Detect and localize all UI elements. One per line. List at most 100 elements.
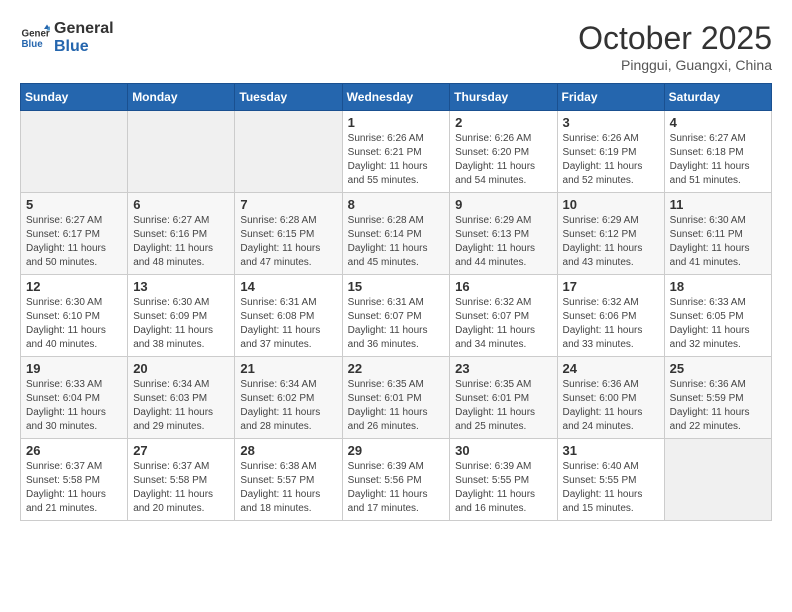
calendar-cell: 5 Sunrise: 6:27 AM Sunset: 6:17 PM Daylig… <box>21 193 128 275</box>
day-info: Sunrise: 6:26 AM Sunset: 6:21 PM Dayligh… <box>348 132 445 188</box>
day-number: 10 <box>563 197 659 212</box>
calendar-cell: 29 Sunrise: 6:39 AM Sunset: 5:56 PM Dayli… <box>342 439 450 521</box>
calendar-cell: 3 Sunrise: 6:26 AM Sunset: 6:19 PM Daylig… <box>557 111 664 193</box>
day-info: Sunrise: 6:28 AM Sunset: 6:15 PM Dayligh… <box>240 214 336 270</box>
calendar-cell: 4 Sunrise: 6:27 AM Sunset: 6:18 PM Daylig… <box>664 111 771 193</box>
day-number: 27 <box>133 443 229 458</box>
day-number: 25 <box>670 361 766 376</box>
day-number: 1 <box>348 115 445 130</box>
day-number: 7 <box>240 197 336 212</box>
calendar-cell: 16 Sunrise: 6:32 AM Sunset: 6:07 PM Dayli… <box>450 275 557 357</box>
svg-text:Blue: Blue <box>22 39 44 50</box>
day-info: Sunrise: 6:26 AM Sunset: 6:19 PM Dayligh… <box>563 132 659 188</box>
day-info: Sunrise: 6:39 AM Sunset: 5:55 PM Dayligh… <box>455 460 551 516</box>
calendar-cell: 9 Sunrise: 6:29 AM Sunset: 6:13 PM Daylig… <box>450 193 557 275</box>
calendar-cell: 27 Sunrise: 6:37 AM Sunset: 5:58 PM Dayli… <box>128 439 235 521</box>
logo-line2: Blue <box>54 38 114 56</box>
day-number: 9 <box>455 197 551 212</box>
day-info: Sunrise: 6:37 AM Sunset: 5:58 PM Dayligh… <box>133 460 229 516</box>
calendar-cell <box>664 439 771 521</box>
day-info: Sunrise: 6:34 AM Sunset: 6:02 PM Dayligh… <box>240 378 336 434</box>
calendar-table: SundayMondayTuesdayWednesdayThursdayFrid… <box>20 83 772 521</box>
day-info: Sunrise: 6:34 AM Sunset: 6:03 PM Dayligh… <box>133 378 229 434</box>
calendar-cell: 13 Sunrise: 6:30 AM Sunset: 6:09 PM Dayli… <box>128 275 235 357</box>
day-number: 15 <box>348 279 445 294</box>
calendar-cell: 26Sunrise: 6:37 AM Sunset: 5:58 PM Dayli… <box>21 439 128 521</box>
weekday-header-tuesday: Tuesday <box>235 84 342 111</box>
calendar-cell <box>21 111 128 193</box>
day-info: Sunrise: 6:35 AM Sunset: 6:01 PM Dayligh… <box>348 378 445 434</box>
day-info: Sunrise: 6:36 AM Sunset: 5:59 PM Dayligh… <box>670 378 766 434</box>
day-info: Sunrise: 6:28 AM Sunset: 6:14 PM Dayligh… <box>348 214 445 270</box>
day-number: 30 <box>455 443 551 458</box>
location: Pinggui, Guangxi, China <box>578 57 772 73</box>
day-info: Sunrise: 6:30 AM Sunset: 6:09 PM Dayligh… <box>133 296 229 352</box>
calendar-cell: 8Sunrise: 6:28 AM Sunset: 6:14 PM Daylig… <box>342 193 450 275</box>
calendar-cell: 15 Sunrise: 6:31 AM Sunset: 6:07 PM Dayli… <box>342 275 450 357</box>
calendar-cell: 31Sunrise: 6:40 AM Sunset: 5:55 PM Dayli… <box>557 439 664 521</box>
day-info: Sunrise: 6:31 AM Sunset: 6:07 PM Dayligh… <box>348 296 445 352</box>
calendar-cell: 1 Sunrise: 6:26 AM Sunset: 6:21 PM Daylig… <box>342 111 450 193</box>
logo: General Blue General Blue <box>20 20 114 55</box>
day-number: 22 <box>348 361 445 376</box>
logo-icon: General Blue <box>20 23 50 53</box>
day-info: Sunrise: 6:33 AM Sunset: 6:04 PM Dayligh… <box>26 378 122 434</box>
calendar-cell: 17 Sunrise: 6:32 AM Sunset: 6:06 PM Dayli… <box>557 275 664 357</box>
weekday-header-wednesday: Wednesday <box>342 84 450 111</box>
day-number: 29 <box>348 443 445 458</box>
day-number: 23 <box>455 361 551 376</box>
calendar-cell: 21 Sunrise: 6:34 AM Sunset: 6:02 PM Dayli… <box>235 357 342 439</box>
calendar-cell: 7 Sunrise: 6:28 AM Sunset: 6:15 PM Daylig… <box>235 193 342 275</box>
day-info: Sunrise: 6:39 AM Sunset: 5:56 PM Dayligh… <box>348 460 445 516</box>
calendar-cell: 25 Sunrise: 6:36 AM Sunset: 5:59 PM Dayli… <box>664 357 771 439</box>
day-info: Sunrise: 6:30 AM Sunset: 6:11 PM Dayligh… <box>670 214 766 270</box>
calendar-cell <box>128 111 235 193</box>
calendar-cell: 30 Sunrise: 6:39 AM Sunset: 5:55 PM Dayli… <box>450 439 557 521</box>
day-number: 21 <box>240 361 336 376</box>
day-info: Sunrise: 6:31 AM Sunset: 6:08 PM Dayligh… <box>240 296 336 352</box>
calendar-cell: 23 Sunrise: 6:35 AM Sunset: 6:01 PM Dayli… <box>450 357 557 439</box>
weekday-header-thursday: Thursday <box>450 84 557 111</box>
day-info: Sunrise: 6:29 AM Sunset: 6:13 PM Dayligh… <box>455 214 551 270</box>
day-number: 4 <box>670 115 766 130</box>
day-number: 28 <box>240 443 336 458</box>
week-row-3: 12Sunrise: 6:30 AM Sunset: 6:10 PM Dayli… <box>21 275 772 357</box>
calendar-cell: 28Sunrise: 6:38 AM Sunset: 5:57 PM Dayli… <box>235 439 342 521</box>
week-row-5: 26Sunrise: 6:37 AM Sunset: 5:58 PM Dayli… <box>21 439 772 521</box>
day-number: 11 <box>670 197 766 212</box>
day-number: 24 <box>563 361 659 376</box>
day-number: 20 <box>133 361 229 376</box>
day-info: Sunrise: 6:29 AM Sunset: 6:12 PM Dayligh… <box>563 214 659 270</box>
day-info: Sunrise: 6:27 AM Sunset: 6:17 PM Dayligh… <box>26 214 122 270</box>
day-number: 13 <box>133 279 229 294</box>
calendar-cell: 14 Sunrise: 6:31 AM Sunset: 6:08 PM Dayli… <box>235 275 342 357</box>
logo-line1: General <box>54 20 114 38</box>
day-info: Sunrise: 6:27 AM Sunset: 6:18 PM Dayligh… <box>670 132 766 188</box>
calendar-cell: 6Sunrise: 6:27 AM Sunset: 6:16 PM Daylig… <box>128 193 235 275</box>
day-number: 3 <box>563 115 659 130</box>
day-info: Sunrise: 6:37 AM Sunset: 5:58 PM Dayligh… <box>26 460 122 516</box>
day-number: 12 <box>26 279 122 294</box>
day-info: Sunrise: 6:32 AM Sunset: 6:06 PM Dayligh… <box>563 296 659 352</box>
day-number: 19 <box>26 361 122 376</box>
day-number: 17 <box>563 279 659 294</box>
weekday-header-row: SundayMondayTuesdayWednesdayThursdayFrid… <box>21 84 772 111</box>
day-info: Sunrise: 6:32 AM Sunset: 6:07 PM Dayligh… <box>455 296 551 352</box>
calendar-cell: 2Sunrise: 6:26 AM Sunset: 6:20 PM Daylig… <box>450 111 557 193</box>
day-info: Sunrise: 6:33 AM Sunset: 6:05 PM Dayligh… <box>670 296 766 352</box>
week-row-4: 19 Sunrise: 6:33 AM Sunset: 6:04 PM Dayli… <box>21 357 772 439</box>
calendar-cell: 24 Sunrise: 6:36 AM Sunset: 6:00 PM Dayli… <box>557 357 664 439</box>
day-number: 16 <box>455 279 551 294</box>
day-info: Sunrise: 6:35 AM Sunset: 6:01 PM Dayligh… <box>455 378 551 434</box>
weekday-header-saturday: Saturday <box>664 84 771 111</box>
calendar-cell <box>235 111 342 193</box>
week-row-2: 5 Sunrise: 6:27 AM Sunset: 6:17 PM Daylig… <box>21 193 772 275</box>
svg-text:General: General <box>22 28 51 39</box>
day-number: 5 <box>26 197 122 212</box>
day-number: 14 <box>240 279 336 294</box>
calendar-cell: 22 Sunrise: 6:35 AM Sunset: 6:01 PM Dayli… <box>342 357 450 439</box>
day-info: Sunrise: 6:36 AM Sunset: 6:00 PM Dayligh… <box>563 378 659 434</box>
title-block: October 2025 Pinggui, Guangxi, China <box>578 20 772 73</box>
calendar-cell: 20 Sunrise: 6:34 AM Sunset: 6:03 PM Dayli… <box>128 357 235 439</box>
weekday-header-monday: Monday <box>128 84 235 111</box>
